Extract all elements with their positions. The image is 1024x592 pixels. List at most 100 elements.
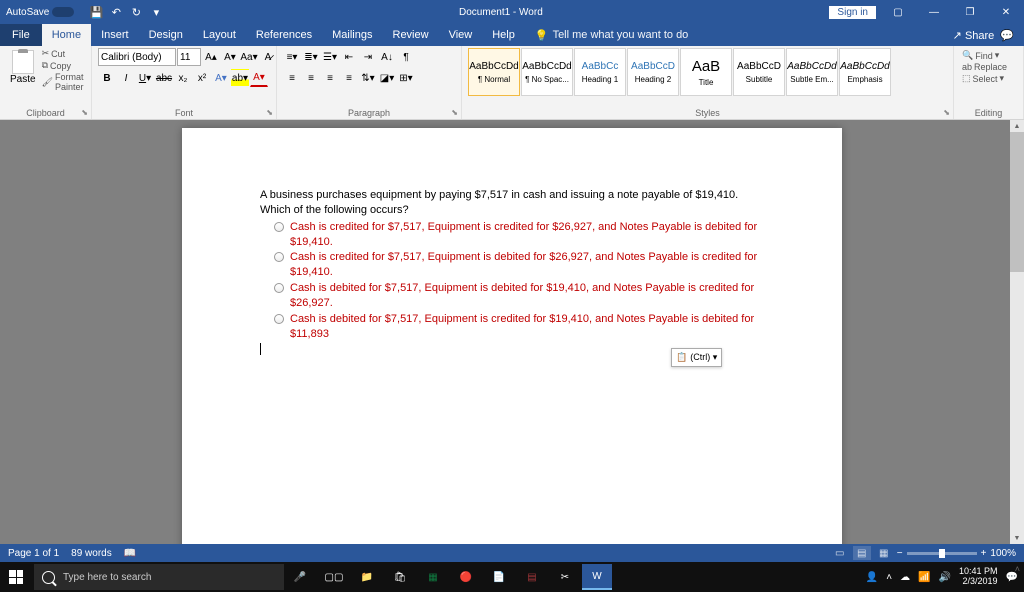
tab-file[interactable]: File <box>0 24 42 46</box>
numbering-icon[interactable]: ≣▾ <box>302 48 320 66</box>
font-name-select[interactable] <box>98 48 176 66</box>
spellcheck-icon[interactable]: 📖 <box>124 548 136 559</box>
tray-people-icon[interactable]: 👤 <box>866 572 878 583</box>
tab-view[interactable]: View <box>439 24 483 46</box>
style-subtleem[interactable]: AaBbCcDdSubtle Em... <box>786 48 838 96</box>
justify-icon[interactable]: ≡ <box>340 69 358 87</box>
highlight-icon[interactable]: ab▾ <box>231 69 249 87</box>
explorer-icon[interactable]: 📁 <box>351 562 383 592</box>
select-button[interactable]: ⬚Select ▾ <box>962 73 1015 84</box>
borders-icon[interactable]: ⊞▾ <box>397 69 415 87</box>
chrome-icon[interactable]: 🔴 <box>450 562 482 592</box>
tab-layout[interactable]: Layout <box>193 24 246 46</box>
align-left-icon[interactable]: ≡ <box>283 69 301 87</box>
style-heading1[interactable]: AaBbCcHeading 1 <box>574 48 626 96</box>
share-button[interactable]: ↗ Share <box>953 29 995 42</box>
qat-customize-icon[interactable]: ▾ <box>148 4 164 20</box>
tray-onedrive-icon[interactable]: ☁ <box>900 572 910 583</box>
ribbon-display-icon[interactable]: ▢ <box>884 1 912 23</box>
decrease-indent-icon[interactable]: ⇤ <box>340 48 358 66</box>
text-effects-icon[interactable]: A▾ <box>212 69 230 87</box>
underline-button[interactable]: U▾ <box>136 69 154 87</box>
style-title[interactable]: AaBTitle <box>680 48 732 96</box>
scroll-thumb[interactable] <box>1010 132 1024 272</box>
change-case-icon[interactable]: Aa▾ <box>240 48 258 66</box>
tab-design[interactable]: Design <box>139 24 193 46</box>
italic-button[interactable]: I <box>117 69 135 87</box>
shading-icon[interactable]: ◪▾ <box>378 69 396 87</box>
copy-button[interactable]: ⧉Copy <box>42 60 85 71</box>
style-heading2[interactable]: AaBbCcDHeading 2 <box>627 48 679 96</box>
tab-references[interactable]: References <box>246 24 322 46</box>
close-icon[interactable]: ✕ <box>992 1 1020 23</box>
tab-help[interactable]: Help <box>482 24 525 46</box>
multilevel-icon[interactable]: ☰▾ <box>321 48 339 66</box>
cut-button[interactable]: ✂Cut <box>42 48 85 59</box>
tab-home[interactable]: Home <box>42 24 91 46</box>
clear-format-icon[interactable]: A̷ <box>259 48 277 66</box>
save-icon[interactable]: 💾 <box>88 4 104 20</box>
styles-launcher-icon[interactable]: ⬊ <box>943 108 950 117</box>
clipboard-launcher-icon[interactable]: ⬊ <box>81 108 88 117</box>
scroll-down-icon[interactable]: ▼ <box>1010 532 1024 544</box>
task-view-icon[interactable]: ▢▢ <box>318 562 350 592</box>
format-painter-button[interactable]: 🖌Format Painter <box>42 72 85 92</box>
taskbar-clock[interactable]: 10:41 PM2/3/2019 <box>959 567 998 587</box>
autosave-toggle[interactable]: AutoSave <box>0 7 80 18</box>
replace-button[interactable]: abReplace <box>962 62 1015 72</box>
subscript-button[interactable]: x₂ <box>174 69 192 87</box>
collapse-ribbon-icon[interactable]: ˄ <box>1015 564 1020 574</box>
snip-icon[interactable]: ✂ <box>549 562 581 592</box>
signin-button[interactable]: Sign in <box>829 6 876 19</box>
option[interactable]: Cash is debited for $7,517, Equipment is… <box>274 281 764 311</box>
document-area[interactable]: A business purchases equipment by paying… <box>0 120 1024 544</box>
mic-icon[interactable]: 🎤 <box>284 562 316 592</box>
store-icon[interactable]: 🛍 <box>384 562 416 592</box>
style-normal[interactable]: AaBbCcDd¶ Normal <box>468 48 520 96</box>
tell-me-search[interactable]: 💡Tell me what you want to do <box>525 24 698 46</box>
maximize-icon[interactable]: ❐ <box>956 1 984 23</box>
bullets-icon[interactable]: ≡▾ <box>283 48 301 66</box>
align-right-icon[interactable]: ≡ <box>321 69 339 87</box>
tab-insert[interactable]: Insert <box>91 24 139 46</box>
grow-font-icon[interactable]: A▴ <box>202 48 220 66</box>
superscript-button[interactable]: x² <box>193 69 211 87</box>
zoom-slider[interactable] <box>907 552 977 555</box>
align-center-icon[interactable]: ≡ <box>302 69 320 87</box>
font-launcher-icon[interactable]: ⬊ <box>266 108 273 117</box>
doc-icon[interactable]: 📄 <box>483 562 515 592</box>
taskbar-search[interactable]: Type here to search <box>34 564 284 590</box>
minimize-icon[interactable]: — <box>920 1 948 23</box>
page[interactable]: A business purchases equipment by paying… <box>182 128 842 544</box>
zoom-in-icon[interactable]: + <box>981 548 987 559</box>
comments-icon[interactable]: 💬 <box>1000 29 1014 42</box>
style-emphasis[interactable]: AaBbCcDdEmphasis <box>839 48 891 96</box>
paste-button[interactable]: Paste <box>6 48 40 87</box>
find-button[interactable]: 🔍Find ▾ <box>962 50 1015 61</box>
access-icon[interactable]: ▤ <box>516 562 548 592</box>
font-color-icon[interactable]: A▾ <box>250 69 268 87</box>
vertical-scrollbar[interactable]: ▲ ▼ <box>1010 120 1024 544</box>
option[interactable]: Cash is credited for $7,517, Equipment i… <box>274 220 764 250</box>
start-button[interactable] <box>0 562 32 592</box>
tray-volume-icon[interactable]: 🔊 <box>939 572 951 583</box>
style-nospac[interactable]: AaBbCcDd¶ No Spac... <box>521 48 573 96</box>
word-icon[interactable]: W <box>582 564 612 590</box>
excel-icon[interactable]: ▦ <box>417 562 449 592</box>
bold-button[interactable]: B <box>98 69 116 87</box>
option[interactable]: Cash is credited for $7,517, Equipment i… <box>274 250 764 280</box>
redo-icon[interactable]: ↻ <box>128 4 144 20</box>
show-marks-icon[interactable]: ¶ <box>397 48 415 66</box>
tray-wifi-icon[interactable]: 📶 <box>918 572 930 583</box>
tab-mailings[interactable]: Mailings <box>322 24 382 46</box>
scroll-up-icon[interactable]: ▲ <box>1010 120 1024 132</box>
undo-icon[interactable]: ↶ <box>108 4 124 20</box>
zoom-out-icon[interactable]: − <box>897 548 903 559</box>
zoom-level[interactable]: 100% <box>990 548 1016 559</box>
tray-up-icon[interactable]: ˄ <box>886 572 892 583</box>
question-text[interactable]: A business purchases equipment by paying… <box>260 188 764 218</box>
style-subtitle[interactable]: AaBbCcDSubtitle <box>733 48 785 96</box>
tab-review[interactable]: Review <box>383 24 439 46</box>
sort-icon[interactable]: A↓ <box>378 48 396 66</box>
web-layout-icon[interactable]: ▦ <box>875 546 893 560</box>
